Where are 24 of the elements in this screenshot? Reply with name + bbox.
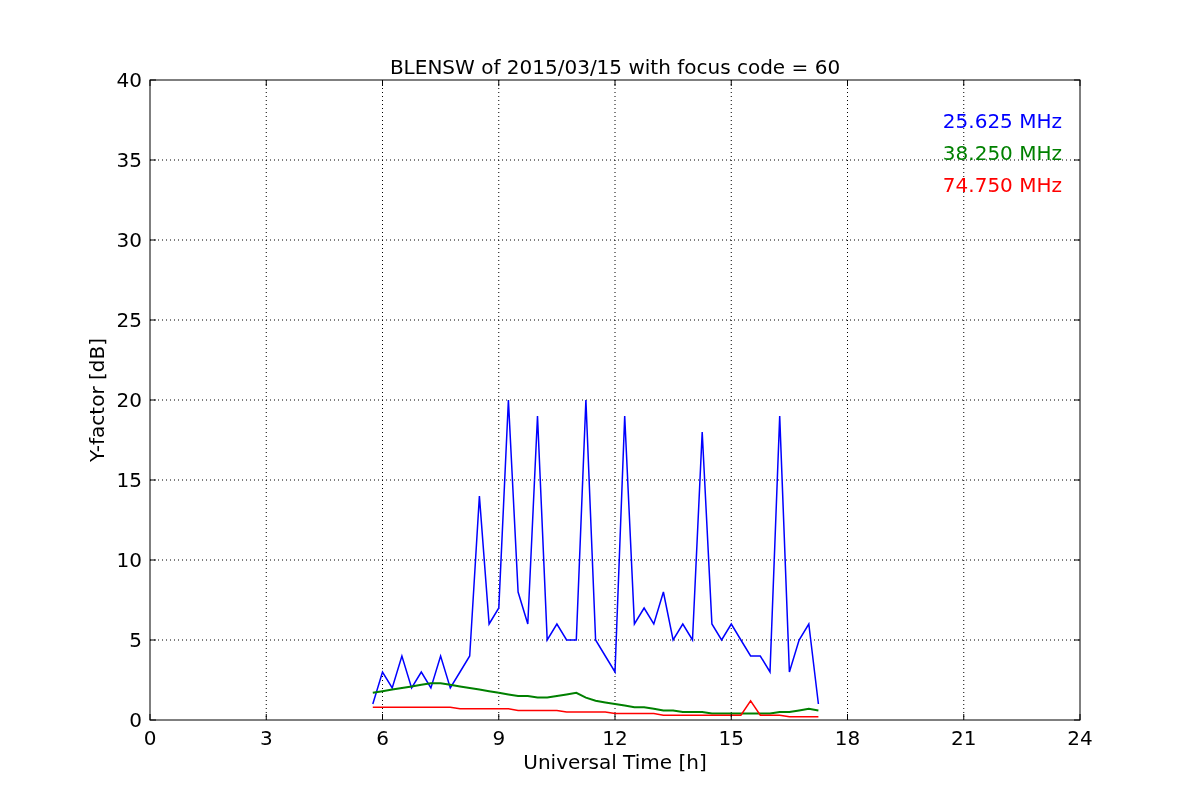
x-tick-label: 21 bbox=[951, 726, 977, 750]
y-tick-label: 30 bbox=[116, 228, 142, 252]
x-tick-label: 12 bbox=[602, 726, 628, 750]
x-tick-label: 6 bbox=[376, 726, 389, 750]
y-tick-label: 20 bbox=[116, 388, 142, 412]
x-tick-label: 0 bbox=[143, 726, 157, 750]
x-tick-label: 24 bbox=[1067, 726, 1093, 750]
y-tick-label: 40 bbox=[116, 68, 142, 92]
legend-label: 38.250 MHz bbox=[942, 141, 1062, 165]
x-tick-label: 18 bbox=[834, 726, 861, 750]
legend-label: 74.750 MHz bbox=[942, 173, 1062, 197]
y-tick-label: 25 bbox=[116, 308, 142, 332]
y-axis-label: Y-factor [dB] bbox=[85, 338, 109, 462]
chart-title: BLENSW of 2015/03/15 with focus code = 60 bbox=[389, 55, 841, 79]
x-tick-label: 9 bbox=[492, 726, 506, 750]
y-tick-label: 5 bbox=[129, 628, 142, 652]
x-tick-label: 3 bbox=[259, 726, 273, 750]
y-tick-label: 35 bbox=[116, 148, 142, 172]
y-tick-label: 15 bbox=[116, 468, 142, 492]
x-tick-label: 15 bbox=[718, 726, 744, 750]
y-tick-label: 10 bbox=[116, 548, 142, 572]
legend-label: 25.625 MHz bbox=[942, 109, 1062, 133]
x-axis-label: Universal Time [h] bbox=[523, 750, 707, 774]
y-tick-label: 0 bbox=[129, 708, 142, 732]
